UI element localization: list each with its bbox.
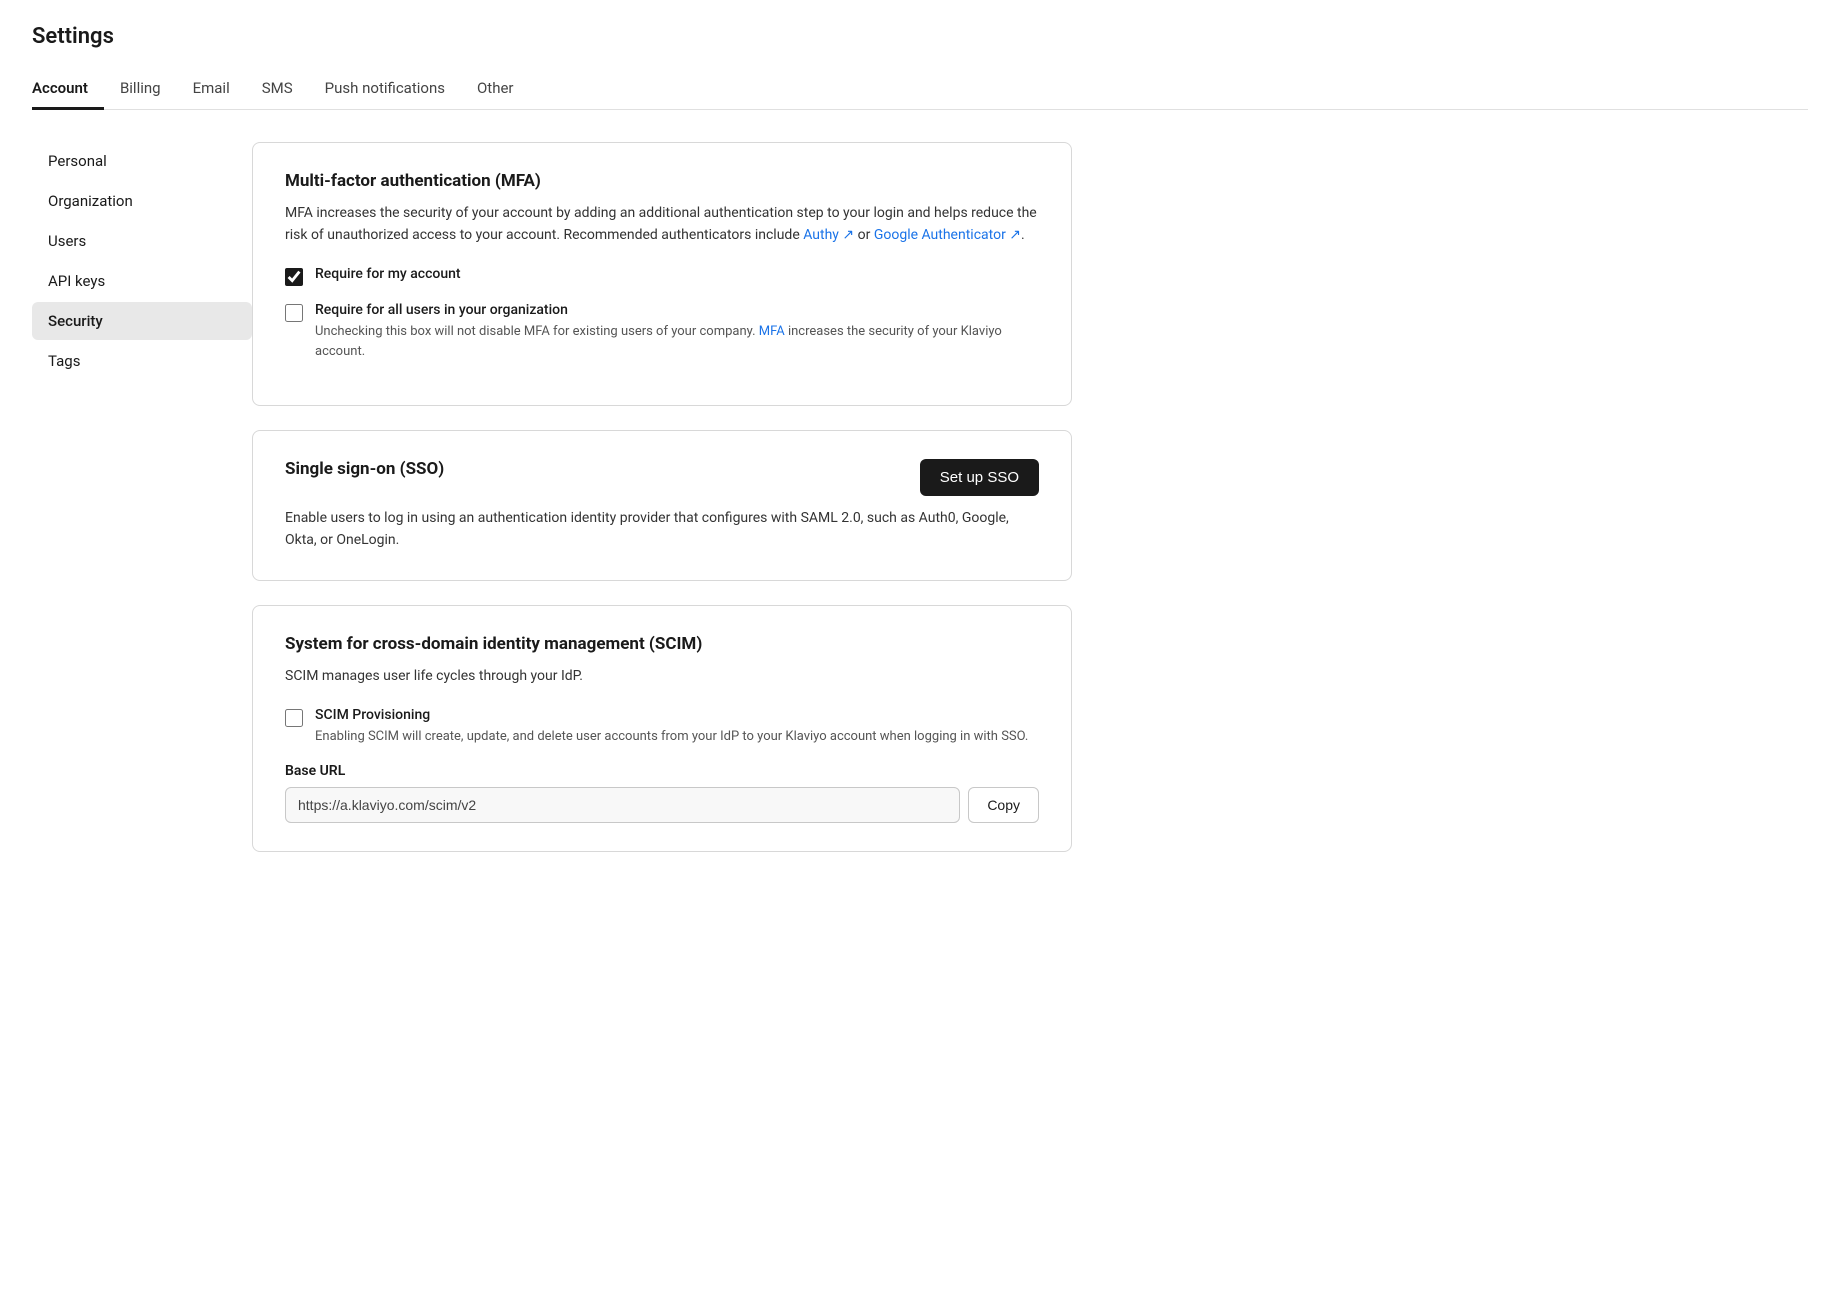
scim-title: System for cross-domain identity managem… [285,634,1039,654]
tab-other[interactable]: Other [461,69,530,110]
scim-card: System for cross-domain identity managem… [252,605,1072,852]
mfa-require-org-row: Require for all users in your organizati… [285,302,1039,361]
sso-description: Enable users to log in using an authenti… [285,508,1039,551]
tab-billing[interactable]: Billing [104,69,177,110]
sidebar-item-security[interactable]: Security [32,302,252,340]
top-tabs: Account Billing Email SMS Push notificat… [32,69,1808,110]
sso-title: Single sign-on (SSO) [285,459,444,479]
mfa-require-org-label[interactable]: Require for all users in your organizati… [315,302,1039,361]
base-url-label: Base URL [285,763,1039,779]
mfa-link[interactable]: MFA [759,324,785,339]
setup-sso-button[interactable]: Set up SSO [920,459,1039,496]
page-title: Settings [32,24,1808,49]
sso-card: Single sign-on (SSO) Set up SSO Enable u… [252,430,1072,580]
main-content: Multi-factor authentication (MFA) MFA in… [252,142,1072,852]
base-url-section: Base URL Copy [285,763,1039,823]
mfa-require-account-label[interactable]: Require for my account [315,266,461,282]
scim-provisioning-row: SCIM Provisioning Enabling SCIM will cre… [285,707,1039,747]
tab-email[interactable]: Email [177,69,246,110]
base-url-input[interactable] [285,787,960,823]
mfa-description: MFA increases the security of your accou… [285,203,1039,246]
sidebar-item-users[interactable]: Users [32,222,252,260]
mfa-desc-end: . [1021,227,1025,243]
scim-description: SCIM manages user life cycles through yo… [285,666,1039,688]
mfa-require-my-account-row: Require for my account [285,266,1039,286]
mfa-or-text: or [854,227,874,243]
authy-link[interactable]: Authy ↗ [803,227,854,243]
tab-account[interactable]: Account [32,69,104,110]
sidebar-item-organization[interactable]: Organization [32,182,252,220]
mfa-require-org-sublabel: Unchecking this box will not disable MFA… [315,322,1039,361]
copy-button[interactable]: Copy [968,787,1039,823]
scim-provisioning-checkbox[interactable] [285,709,303,727]
sidebar-item-tags[interactable]: Tags [32,342,252,380]
mfa-require-account-checkbox[interactable] [285,268,303,286]
sidebar-item-api-keys[interactable]: API keys [32,262,252,300]
content-area: Personal Organization Users API keys Sec… [0,110,1840,884]
base-url-input-row: Copy [285,787,1039,823]
mfa-card: Multi-factor authentication (MFA) MFA in… [252,142,1072,406]
sso-header-row: Single sign-on (SSO) Set up SSO [285,459,1039,496]
sidebar: Personal Organization Users API keys Sec… [32,142,252,852]
tab-sms[interactable]: SMS [246,69,309,110]
sidebar-item-personal[interactable]: Personal [32,142,252,180]
mfa-title: Multi-factor authentication (MFA) [285,171,1039,191]
scim-provisioning-sublabel: Enabling SCIM will create, update, and d… [315,727,1028,747]
tab-push-notifications[interactable]: Push notifications [309,69,461,110]
page-header: Settings Account Billing Email SMS Push … [0,0,1840,110]
google-auth-link[interactable]: Google Authenticator ↗ [874,227,1021,243]
scim-provisioning-label[interactable]: SCIM Provisioning Enabling SCIM will cre… [315,707,1028,747]
mfa-require-org-checkbox[interactable] [285,304,303,322]
